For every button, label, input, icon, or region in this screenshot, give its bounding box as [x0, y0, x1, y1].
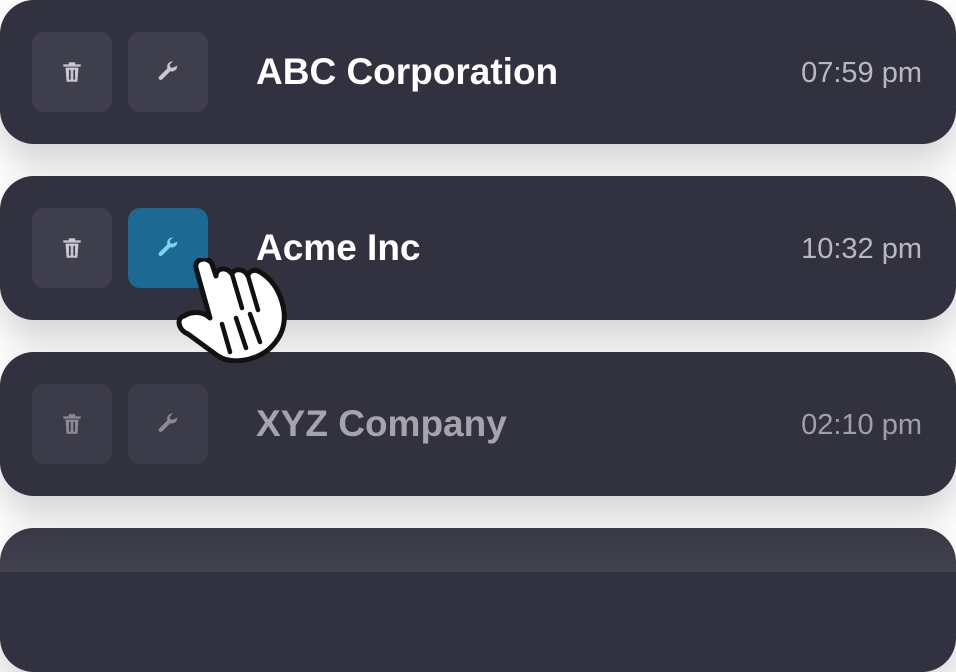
list-item[interactable]: Acme Inc 10:32 pm	[0, 176, 956, 320]
list-item[interactable]: ABC Corporation 07:59 pm	[0, 0, 956, 144]
trash-icon	[63, 414, 81, 434]
timestamp: 02:10 pm	[801, 409, 922, 441]
timestamp: 07:59 pm	[801, 57, 922, 89]
wrench-icon	[158, 61, 178, 80]
company-name: XYZ Company	[256, 403, 507, 444]
edit-button[interactable]	[128, 208, 208, 288]
edit-button[interactable]	[128, 32, 208, 112]
edit-button[interactable]	[128, 384, 208, 464]
company-list: ABC Corporation 07:59 pm Acme Inc 10:32 …	[0, 0, 956, 672]
wrench-icon	[158, 413, 178, 432]
list-item[interactable]	[0, 528, 956, 672]
timestamp: 10:32 pm	[801, 233, 922, 265]
trash-icon	[63, 238, 81, 258]
trash-icon	[63, 62, 81, 82]
delete-button[interactable]	[32, 384, 112, 464]
company-name: ABC Corporation	[256, 51, 559, 92]
delete-button[interactable]	[32, 32, 112, 112]
wrench-icon	[158, 237, 178, 256]
list-item[interactable]: XYZ Company 02:10 pm	[0, 352, 956, 496]
company-name: Acme Inc	[256, 227, 421, 268]
delete-button[interactable]	[32, 208, 112, 288]
